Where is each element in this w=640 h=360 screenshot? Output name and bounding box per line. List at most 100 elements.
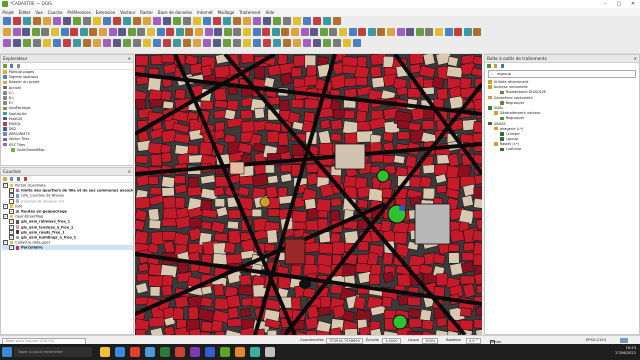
- menu-item[interactable]: Vue: [33, 8, 45, 15]
- toolbar-tool-icon[interactable]: [435, 28, 443, 36]
- filter-icon[interactable]: [9, 64, 14, 68]
- maximize-button[interactable]: ▢: [612, 0, 626, 8]
- toolbar-tool-icon[interactable]: [293, 17, 301, 25]
- map-render[interactable]: [135, 54, 482, 335]
- toolbar-tool-icon[interactable]: [103, 17, 111, 25]
- toolbar-tool-icon[interactable]: [183, 17, 191, 25]
- toolbar-tool-icon[interactable]: [23, 39, 31, 47]
- toolbox-search-input[interactable]: ⌕ regroup: [488, 70, 636, 78]
- taskbar-app-icon[interactable]: [250, 347, 260, 357]
- toolbar-tool-icon[interactable]: [223, 17, 231, 25]
- toolbar-tool-icon[interactable]: [223, 39, 231, 47]
- toolbar-tool-icon[interactable]: [243, 17, 251, 25]
- toolbar-tool-icon[interactable]: [263, 39, 271, 47]
- toolbar-tool-icon[interactable]: [93, 17, 101, 25]
- toolbar-tool-icon[interactable]: [339, 28, 347, 36]
- toolbar-tool-icon[interactable]: [3, 28, 11, 36]
- toolbar-tool-icon[interactable]: [103, 39, 111, 47]
- toolbar-tool-icon[interactable]: [348, 28, 357, 36]
- toolbar-tool-icon[interactable]: [323, 17, 331, 25]
- toolbar-tool-icon[interactable]: [3, 39, 11, 47]
- layer-visibility-checkbox[interactable]: ✓: [9, 245, 14, 251]
- taskbar-app-icon[interactable]: [190, 347, 200, 357]
- toolbar-tool-icon[interactable]: [463, 28, 472, 36]
- toolbar-tool-icon[interactable]: [43, 39, 51, 47]
- toolbar-tool-icon[interactable]: [153, 17, 161, 25]
- panel-close-icon[interactable]: ✕: [634, 55, 637, 62]
- toolbar-tool-icon[interactable]: [233, 17, 241, 25]
- toolbar-tool-icon[interactable]: [13, 17, 21, 25]
- toolbar-tool-icon[interactable]: [185, 28, 194, 36]
- toolbox-item[interactable]: r.volume: [488, 147, 639, 152]
- toolbar-tool-icon[interactable]: [183, 39, 191, 47]
- menu-item[interactable]: Couche: [45, 8, 65, 15]
- toolbar-tool-icon[interactable]: [153, 39, 161, 47]
- toolbar-tool-icon[interactable]: [147, 28, 155, 36]
- menu-item[interactable]: Aide: [263, 8, 277, 15]
- toolbar-tool-icon[interactable]: [377, 28, 386, 36]
- toolbar-tool-icon[interactable]: [343, 39, 351, 47]
- add-group-icon[interactable]: [9, 177, 14, 181]
- toolbar-tool-icon[interactable]: [406, 28, 415, 36]
- toolbar-tool-icon[interactable]: [243, 28, 251, 36]
- python-icon[interactable]: [500, 64, 505, 68]
- menu-item[interactable]: Raster: [138, 8, 156, 15]
- taskbar-app-icon[interactable]: [175, 347, 185, 357]
- toolbar-tool-icon[interactable]: [163, 39, 171, 47]
- toolbar-tool-icon[interactable]: [156, 28, 165, 36]
- toolbar-tool-icon[interactable]: [415, 28, 424, 36]
- toolbar-tool-icon[interactable]: [53, 39, 61, 47]
- toolbar-tool-icon[interactable]: [293, 39, 301, 47]
- toolbar-tool-icon[interactable]: [333, 17, 341, 25]
- taskbar-app-icon[interactable]: [235, 347, 245, 357]
- toolbar-tool-icon[interactable]: [99, 28, 107, 36]
- windows-start-icon[interactable]: [2, 347, 12, 357]
- menu-item[interactable]: Traitement: [237, 8, 263, 15]
- menu-item[interactable]: Projet: [0, 8, 16, 15]
- toolbar-tool-icon[interactable]: [108, 28, 117, 36]
- toolbar-tool-icon[interactable]: [313, 39, 321, 47]
- close-button[interactable]: ✕: [626, 0, 640, 8]
- toolbar-tool-icon[interactable]: [273, 39, 281, 47]
- toolbar-tool-icon[interactable]: [83, 39, 91, 47]
- toolbar-tool-icon[interactable]: [133, 39, 141, 47]
- menu-item[interactable]: Base de données: [155, 8, 194, 15]
- toolbar-tool-icon[interactable]: [173, 17, 181, 25]
- toolbar-tool-icon[interactable]: [203, 17, 211, 25]
- toolbar-tool-icon[interactable]: [13, 39, 21, 47]
- toolbar-tool-icon[interactable]: [329, 28, 338, 36]
- toolbar-tool-icon[interactable]: [70, 28, 79, 36]
- toolbar-tool-icon[interactable]: [271, 28, 280, 36]
- toolbar-tool-icon[interactable]: [123, 17, 131, 25]
- toolbar-tool-icon[interactable]: [23, 17, 31, 25]
- taskbar-app-icon[interactable]: [205, 347, 215, 357]
- toolbar-tool-icon[interactable]: [83, 17, 91, 25]
- coordinate-field[interactable]: 703916,7058690: [326, 337, 363, 344]
- toolbar-tool-icon[interactable]: [262, 28, 271, 36]
- toolbar-tool-icon[interactable]: [213, 39, 221, 47]
- toolbar-tool-icon[interactable]: [93, 39, 101, 47]
- toolbar-tool-icon[interactable]: [3, 17, 11, 25]
- menu-item[interactable]: Internet: [195, 8, 216, 15]
- layer-item[interactable]: ✓ Parcellaire: [2, 245, 133, 251]
- toolbar-tool-icon[interactable]: [425, 28, 434, 36]
- toolbar-tool-icon[interactable]: [303, 39, 311, 47]
- menu-item[interactable]: Vecteur: [118, 8, 138, 15]
- toolbar-tool-icon[interactable]: [273, 17, 281, 25]
- toolbar-tool-icon[interactable]: [137, 28, 146, 36]
- toolbar-tool-icon[interactable]: [22, 28, 31, 36]
- toolbar-tool-icon[interactable]: [113, 39, 121, 47]
- toolbar-tool-icon[interactable]: [313, 17, 321, 25]
- toolbar-tool-icon[interactable]: [127, 28, 136, 36]
- toolbar-tool-icon[interactable]: [175, 28, 184, 36]
- taskbar-app-icon[interactable]: [265, 347, 275, 357]
- toolbar-tool-icon[interactable]: [173, 39, 181, 47]
- toolbar-tool-icon[interactable]: [60, 28, 69, 36]
- toolbar-tool-icon[interactable]: [283, 39, 291, 47]
- toolbar-tool-icon[interactable]: [396, 28, 405, 36]
- toolbar-tool-icon[interactable]: [444, 28, 453, 36]
- toolbar-tool-icon[interactable]: [193, 17, 201, 25]
- toolbar-tool-icon[interactable]: [33, 17, 41, 25]
- toolbar-tool-icon[interactable]: [253, 17, 261, 25]
- toolbar-tool-icon[interactable]: [253, 39, 261, 47]
